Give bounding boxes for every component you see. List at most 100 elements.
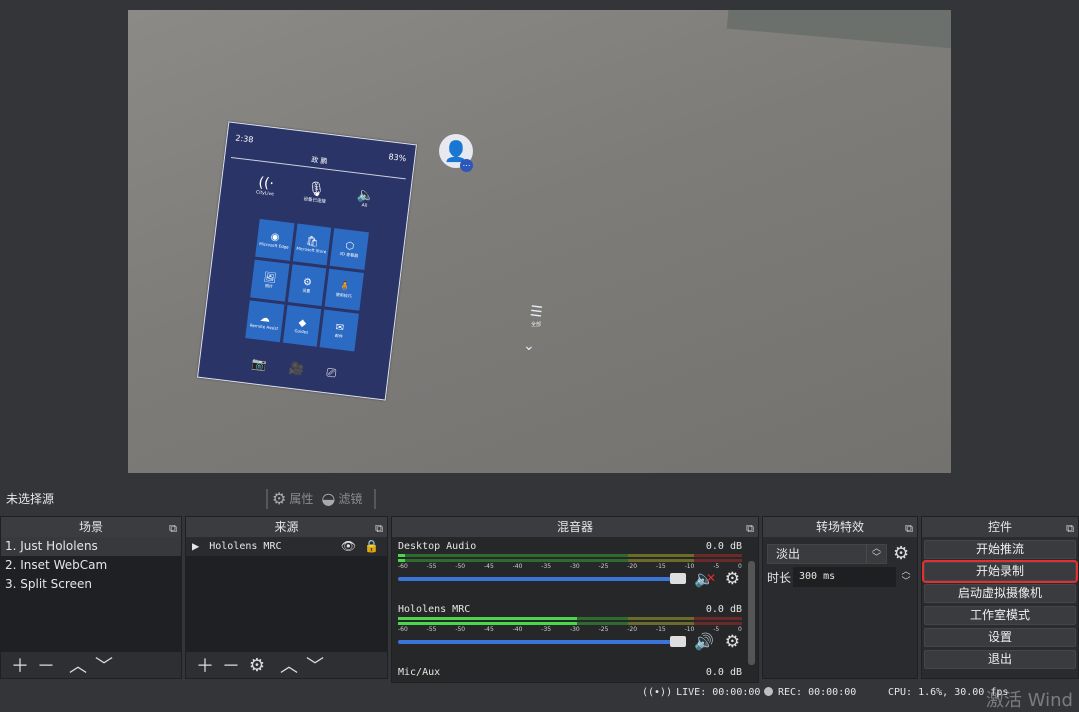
record-dot-icon <box>764 687 773 696</box>
meter-tick-label: -35 <box>541 626 552 633</box>
meter-level <box>398 554 405 557</box>
meter-zone <box>693 554 742 557</box>
track-name: Mic/Aux <box>398 667 441 678</box>
gear-icon[interactable]: ⚙ <box>893 543 909 564</box>
wall-edge <box>726 10 951 52</box>
menu-time: 2:38 <box>234 133 254 145</box>
undock-icon[interactable]: ⧉ <box>746 519 754 539</box>
volume-slider[interactable] <box>398 573 686 584</box>
menu-quick-actions: ((· CityLive 🎙 设备已连接 🔈 All <box>241 173 391 213</box>
tile-guides: ◆ Guides <box>282 304 322 347</box>
tile-tips: 🧍 使用技巧 <box>324 268 364 311</box>
scenes-dock: 场景 ⧉ 1. Just Hololens 2. Inset WebCam 3. … <box>0 516 182 679</box>
studio-mode-button[interactable]: 工作室模式 <box>924 606 1076 625</box>
undock-icon[interactable]: ⧉ <box>905 519 913 539</box>
scenes-toolbar: ＋ － ︿ ﹀ <box>1 652 181 678</box>
mixer-track-desktop-audio: Desktop Audio 0.0 dB -60 -55 -50 -45 -40 -35 -… <box>398 541 742 601</box>
controls-dock: 控件 ⧉ 开始推流 开始录制 启动虚拟摄像机 工作室模式 设置 退出 <box>921 516 1079 679</box>
move-up-icon[interactable]: ︿ <box>65 652 91 678</box>
meter-tick-label: -20 <box>627 626 638 633</box>
transitions-dock-title: 转场特效 ⧉ <box>763 517 917 537</box>
meter-tick-label: -25 <box>598 563 609 570</box>
transition-select-row: 淡出 ︿ ﹀ ⚙ <box>767 543 913 564</box>
start-virtual-camera-button[interactable]: 启动虚拟摄像机 <box>924 584 1076 603</box>
tile-3d-viewer: ⬡ 3D 查看器 <box>329 228 369 271</box>
undock-icon[interactable]: ⧉ <box>1066 519 1074 539</box>
filters-button[interactable]: ◒ 滤镜 <box>321 489 362 508</box>
meter-tick-label: -30 <box>569 626 580 633</box>
meter-tick-label: -40 <box>512 626 523 633</box>
slider-knob[interactable] <box>670 636 686 647</box>
mixer-dock: 混音器 ⧉ Desktop Audio 0.0 dB -60 -55 -50 -45 -4… <box>391 516 759 683</box>
meter-zone <box>628 559 694 562</box>
hololens-start-menu: 2:38 83% 政 鹏 ((· CityLive 🎙 设备已连接 🔈 All ◉ Mi… <box>196 121 418 401</box>
move-down-icon[interactable]: ﹀ <box>302 652 328 678</box>
add-scene-icon[interactable]: ＋ <box>7 652 33 678</box>
add-source-icon[interactable]: ＋ <box>192 652 218 678</box>
meter-zone <box>628 622 694 625</box>
track-db: 0.0 dB <box>705 604 742 615</box>
eye-icon[interactable]: 👁 <box>341 537 356 556</box>
track-name: Hololens MRC <box>398 604 471 615</box>
menu-battery: 83% <box>387 152 407 164</box>
transitions-body: 淡出 ︿ ﹀ ⚙ 时长 300 ms ︿ ﹀ <box>763 537 917 678</box>
volume-slider[interactable] <box>398 636 686 647</box>
source-settings-icon[interactable]: ⚙ <box>244 655 270 676</box>
start-recording-button[interactable]: 开始录制 <box>922 560 1078 583</box>
chevron-down-icon: ⌄ <box>523 338 535 354</box>
spin-down-icon: ﹀ <box>901 577 911 587</box>
meter-tick-label: -55 <box>426 626 437 633</box>
sources-list: ▶ Hololens MRC 👁 🔒 <box>186 537 387 652</box>
meter-tick-label: -45 <box>483 626 494 633</box>
exit-button[interactable]: 退出 <box>924 650 1076 669</box>
settings-button[interactable]: 设置 <box>924 628 1076 647</box>
scene-item[interactable]: 1. Just Hololens <box>1 537 181 556</box>
meter-tick-label: -60 <box>398 563 408 570</box>
mixer-scrollbar[interactable] <box>748 561 755 665</box>
rec-status: REC: 00:00:00 <box>764 687 856 698</box>
meter-level <box>398 622 577 625</box>
start-streaming-button[interactable]: 开始推流 <box>924 540 1076 559</box>
sources-dock-title: 来源 ⧉ <box>186 517 387 537</box>
properties-button[interactable]: ⚙ 属性 <box>272 489 313 508</box>
move-down-icon[interactable]: ﹀ <box>91 652 117 678</box>
tile-photos: 🖼 照片 <box>250 259 290 302</box>
lock-icon[interactable]: 🔒 <box>364 537 379 556</box>
gear-icon[interactable]: ⚙ <box>725 632 740 652</box>
meter-zone <box>628 554 694 557</box>
slider-knob[interactable] <box>670 573 686 584</box>
meter-ticks: -60 -55 -50 -45 -40 -35 -30 -25 -20 -15 -10 -5 0 <box>398 563 742 571</box>
transitions-dock: 转场特效 ⧉ 淡出 ︿ ﹀ ⚙ 时长 300 ms ︿ ﹀ <box>762 516 918 679</box>
speaker-icon[interactable]: 🔊 <box>694 632 714 651</box>
duration-input[interactable]: 300 ms <box>793 567 896 587</box>
broadcast-icon: ((•)) <box>642 687 673 698</box>
undock-icon[interactable]: ⧉ <box>169 519 177 539</box>
scene-item[interactable]: 2. Inset WebCam <box>1 556 181 575</box>
meter-zone <box>628 617 694 620</box>
transition-select[interactable]: 淡出 ︿ ﹀ <box>767 543 887 564</box>
source-toolbar: 未选择源 ⚙ 属性 ◒ 滤镜 <box>0 484 1079 513</box>
mixer-track-hololens-mrc: Hololens MRC 0.0 dB -60 -55 -50 -45 -40 -35 -3… <box>398 604 742 664</box>
gear-icon[interactable]: ⚙ <box>725 569 740 589</box>
tile-edge: ◉ Microsoft Edge <box>255 218 295 261</box>
scene-item[interactable]: 3. Split Screen <box>1 575 181 594</box>
mixer-tracks: Desktop Audio 0.0 dB -60 -55 -50 -45 -40 -35 -… <box>392 537 758 682</box>
filter-icon: ◒ <box>321 489 336 508</box>
meter-tick-label: -60 <box>398 626 408 633</box>
duration-label: 时长 <box>767 570 792 585</box>
duration-spinner[interactable]: ︿ ﹀ <box>899 567 913 587</box>
track-db: 0.0 dB <box>705 667 742 678</box>
remove-scene-icon[interactable]: － <box>33 652 59 678</box>
move-up-icon[interactable]: ︿ <box>276 652 302 678</box>
mic-icon: 🎙 设备已连接 <box>303 180 327 205</box>
gear-icon: ⚙ <box>272 489 287 508</box>
preview-area: 2:38 83% 政 鹏 ((· CityLive 🎙 设备已连接 🔈 All ◉ Mi… <box>0 0 1079 482</box>
meter-tick-label: -35 <box>541 563 552 570</box>
source-item[interactable]: ▶ Hololens MRC 👁 🔒 <box>186 537 387 556</box>
meter-tick-label: -5 <box>713 626 720 633</box>
remove-source-icon[interactable]: － <box>218 652 244 678</box>
no-source-label: 未选择源 <box>6 492 55 506</box>
meter-tick-label: -25 <box>598 626 609 633</box>
undock-icon[interactable]: ⧉ <box>375 519 383 539</box>
avatar-badge-icon: ⋯ <box>460 159 473 172</box>
